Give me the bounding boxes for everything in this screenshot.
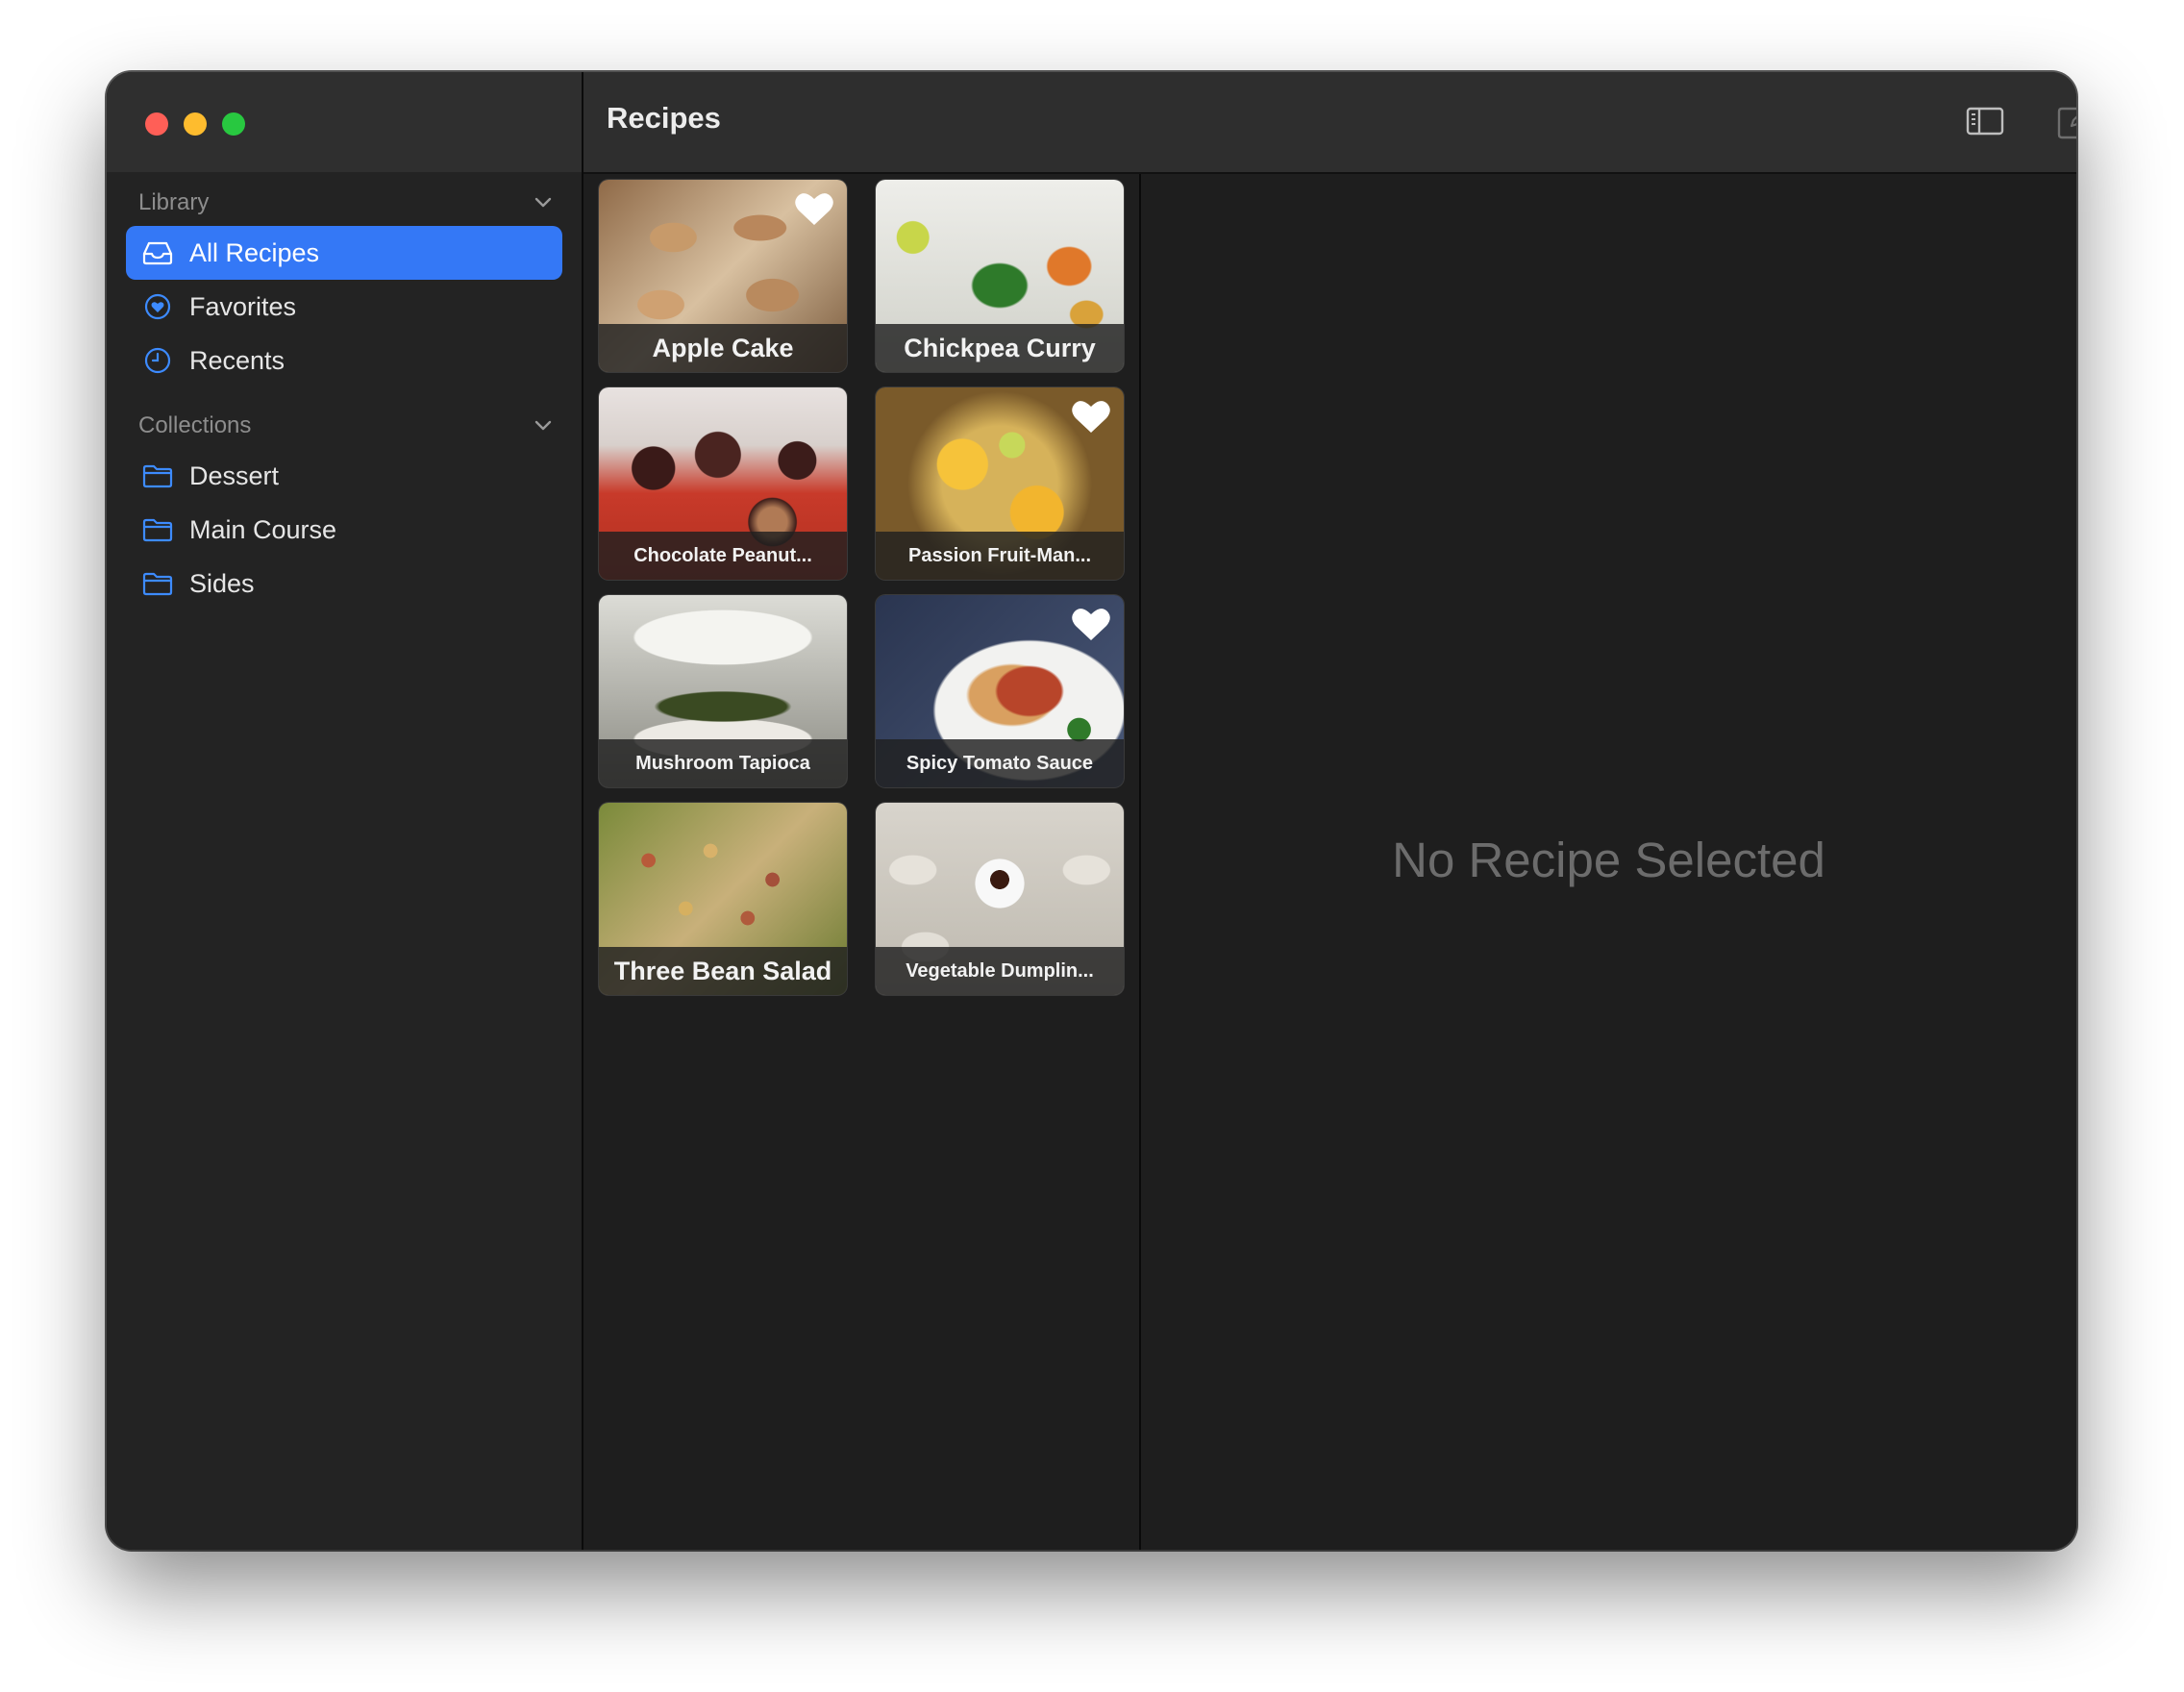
recipe-title: Spicy Tomato Sauce (876, 739, 1124, 787)
recipe-title: Apple Cake (599, 324, 847, 372)
sidebar-item-label: Favorites (189, 291, 297, 321)
recipe-card-apple-cake[interactable]: Apple Cake (599, 180, 847, 372)
sidebar-toggle-icon[interactable] (1965, 101, 2005, 141)
recipe-card-chickpea-curry[interactable]: Chickpea Curry (876, 180, 1124, 372)
folder-icon (141, 513, 174, 546)
sidebar-item-sides[interactable]: Sides (126, 557, 562, 610)
recipe-title: Vegetable Dumplin... (876, 947, 1124, 995)
clock-icon (141, 344, 174, 377)
compose-icon[interactable] (2054, 101, 2076, 141)
minimize-window-button[interactable] (184, 112, 207, 136)
library-header-label: Library (138, 189, 210, 215)
favorite-heart-icon[interactable] (793, 189, 835, 228)
recipe-title: Three Bean Salad (599, 947, 847, 995)
recipe-grid: Apple Cake Chickpea Curry Chocolate Pean… (583, 174, 1141, 1550)
sidebar-item-favorites[interactable]: Favorites (126, 280, 562, 334)
app-window: Library All Recipes Favorites Recents Co… (107, 72, 2076, 1550)
zoom-window-button[interactable] (222, 112, 245, 136)
sidebar-item-label: Sides (189, 568, 255, 598)
recipe-title: Chickpea Curry (876, 324, 1124, 372)
page-title: Recipes (607, 101, 721, 135)
heart-circle-icon (141, 290, 174, 323)
sidebar-item-label: Recents (189, 345, 285, 375)
folder-icon (141, 460, 174, 492)
sidebar-item-main-course[interactable]: Main Course (126, 503, 562, 557)
sidebar-item-label: Dessert (189, 460, 280, 490)
empty-state-message: No Recipe Selected (1392, 833, 1825, 887)
recipe-card-vegetable-dumplings[interactable]: Vegetable Dumplin... (876, 803, 1124, 995)
collections-section-header[interactable]: Collections (107, 403, 582, 449)
recipe-detail-pane: No Recipe Selected (1141, 174, 2076, 1550)
library-section-header[interactable]: Library (107, 180, 582, 226)
sidebar-titlebar (107, 72, 582, 172)
recipe-title: Mushroom Tapioca (599, 739, 847, 787)
sidebar-item-label: All Recipes (189, 237, 320, 267)
collections-header-label: Collections (138, 412, 252, 438)
chevron-down-icon[interactable] (534, 416, 553, 435)
sidebar-item-recents[interactable]: Recents (126, 334, 562, 387)
sidebar-item-dessert[interactable]: Dessert (126, 449, 562, 503)
sidebar: Library All Recipes Favorites Recents Co… (107, 72, 583, 1550)
chevron-down-icon[interactable] (534, 193, 553, 212)
recipe-title: Chocolate Peanut... (599, 532, 847, 580)
recipe-card-mushroom-tapioca[interactable]: Mushroom Tapioca (599, 595, 847, 787)
toolbar: Recipes (583, 72, 2076, 174)
recipe-card-passion-fruit[interactable]: Passion Fruit-Man... (876, 387, 1124, 580)
recipe-title: Passion Fruit-Man... (876, 532, 1124, 580)
folder-icon (141, 567, 174, 600)
recipe-card-three-bean-salad[interactable]: Three Bean Salad (599, 803, 847, 995)
recipe-card-spicy-tomato-sauce[interactable]: Spicy Tomato Sauce (876, 595, 1124, 787)
recipe-card-chocolate-peanut[interactable]: Chocolate Peanut... (599, 387, 847, 580)
sidebar-item-all-recipes[interactable]: All Recipes (126, 226, 562, 280)
tray-icon (141, 236, 174, 269)
favorite-heart-icon[interactable] (1070, 605, 1112, 643)
favorite-heart-icon[interactable] (1070, 397, 1112, 435)
close-window-button[interactable] (145, 112, 168, 136)
sidebar-item-label: Main Course (189, 514, 337, 544)
